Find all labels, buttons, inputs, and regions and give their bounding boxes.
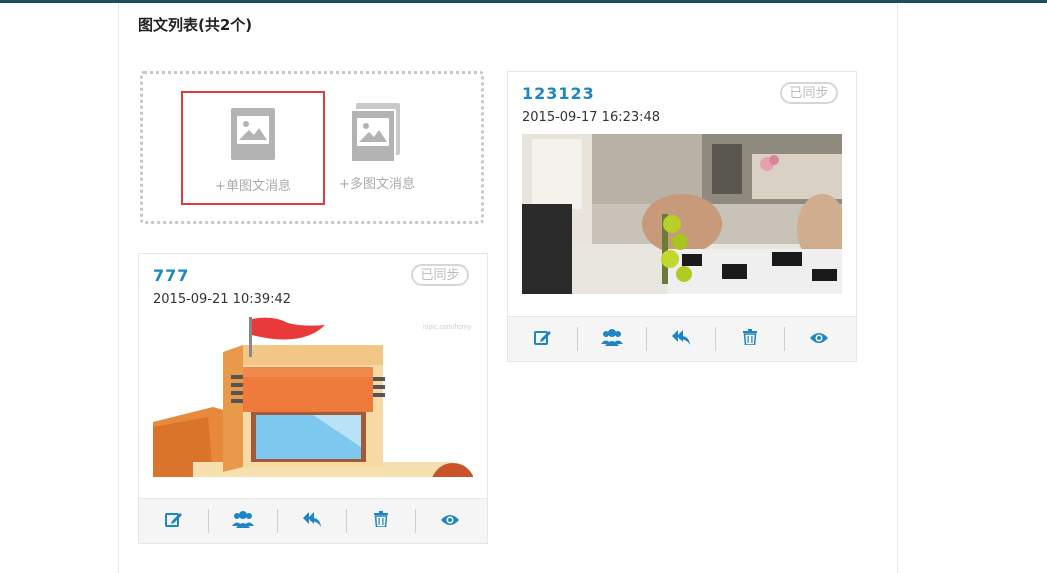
reply-icon: [671, 329, 691, 349]
add-multi-message-label: +多图文消息: [339, 177, 415, 192]
edit-button[interactable]: [508, 317, 577, 361]
sync-status-badge: 已同步: [411, 264, 469, 286]
card-date: 2015-09-17 16:23:48: [522, 110, 661, 125]
eye-icon: [809, 330, 829, 349]
page-title: 图文列表(共2个): [138, 16, 253, 34]
card-cover-image: [522, 134, 842, 294]
sync-status-badge: 已同步: [780, 82, 838, 104]
svg-text:nipic.com/hsmy: nipic.com/hsmy: [423, 324, 472, 331]
card-title[interactable]: 777: [153, 266, 189, 285]
article-card: 777 2015-09-21 10:39:42 已同步 nipic.com/hs…: [138, 253, 488, 544]
card-date: 2015-09-21 10:39:42: [153, 292, 292, 307]
edit-icon: [533, 329, 552, 349]
preview-button[interactable]: [784, 317, 853, 361]
eye-icon: [440, 512, 460, 531]
trash-icon: [742, 329, 758, 349]
delete-button[interactable]: [715, 317, 784, 361]
group-icon: [600, 328, 623, 350]
group-send-button[interactable]: [208, 499, 277, 543]
card-action-bar: [508, 316, 856, 361]
preview-button[interactable]: [415, 499, 484, 543]
card-cover-image: nipic.com/hsmy: [153, 317, 473, 477]
multi-image-icon: [350, 109, 396, 163]
trash-icon: [373, 511, 389, 531]
reply-button[interactable]: [646, 317, 715, 361]
add-single-message-label: +单图文消息: [215, 179, 291, 194]
add-single-message-button[interactable]: +单图文消息: [181, 91, 325, 205]
group-send-button[interactable]: [577, 317, 646, 361]
edit-icon: [164, 511, 183, 531]
card-title[interactable]: 123123: [522, 84, 595, 103]
edit-button[interactable]: [139, 499, 208, 543]
card-action-bar: [139, 498, 487, 543]
article-card: 123123 2015-09-17 16:23:48 已同步: [507, 71, 857, 362]
group-icon: [231, 510, 254, 532]
delete-button[interactable]: [346, 499, 415, 543]
image-icon: [231, 108, 275, 160]
add-message-box: +单图文消息 +多图文消息: [140, 71, 484, 224]
add-multi-message-button[interactable]: +多图文消息: [333, 91, 477, 205]
reply-button[interactable]: [277, 499, 346, 543]
reply-icon: [302, 511, 322, 531]
